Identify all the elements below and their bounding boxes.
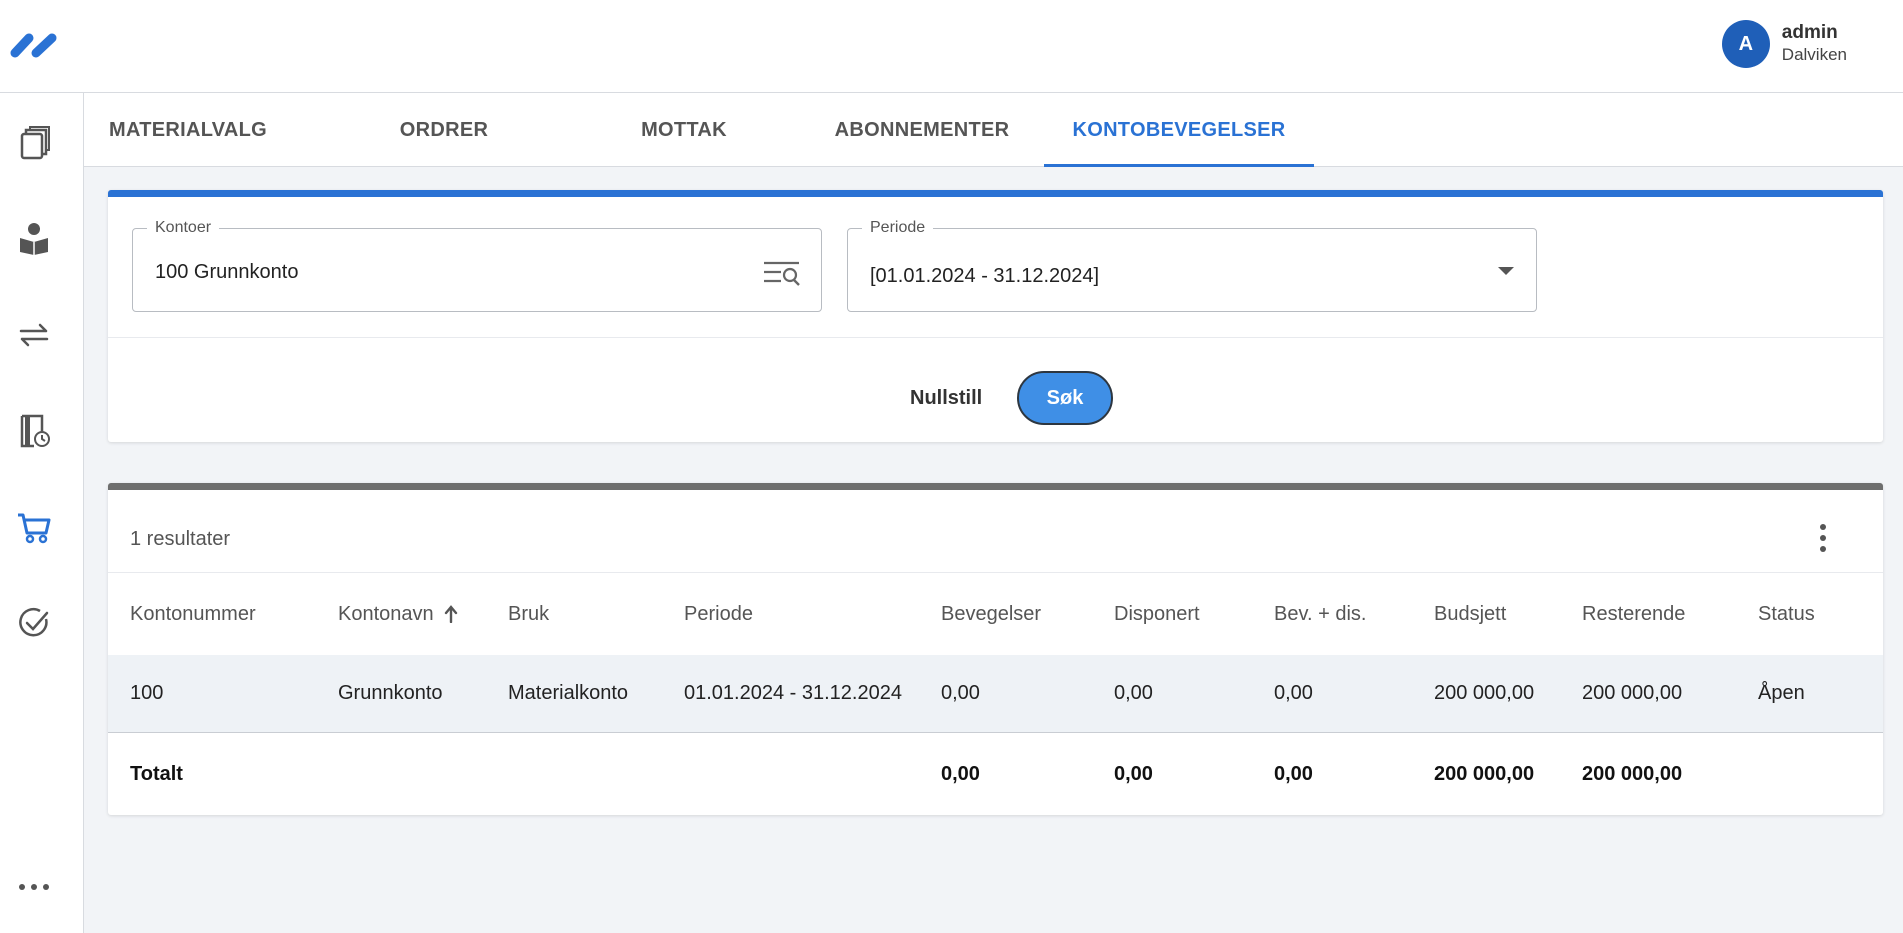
cell-bevegelser: 0,00 <box>941 682 980 704</box>
cell-bev-dis: 0,00 <box>1274 682 1313 704</box>
table-row[interactable]: 100 Grunnkonto Materialkonto 01.01.2024 … <box>108 655 1883 733</box>
app-logo-icon[interactable] <box>8 30 62 60</box>
column-header-status[interactable]: Status <box>1758 573 1815 655</box>
accounts-field-value[interactable]: 100 Grunnkonto <box>155 261 298 284</box>
more-options-icon[interactable] <box>1817 522 1829 554</box>
sidebar-item-tasks[interactable] <box>14 603 54 643</box>
total-budsjett: 200 000,00 <box>1434 763 1535 785</box>
sidebar-item-books[interactable] <box>14 123 54 163</box>
divider <box>108 337 1883 338</box>
cell-resterende: 200 000,00 <box>1582 682 1683 704</box>
sidebar-more[interactable] <box>14 867 54 907</box>
column-header-kontonavn[interactable]: Kontonavn <box>338 573 458 655</box>
cell-kontonavn: Grunnkonto <box>338 682 443 704</box>
accounts-field-label: Kontoer <box>147 219 220 237</box>
column-header-resterende[interactable]: Resterende <box>1582 573 1685 655</box>
table-total-row: Totalt 0,00 0,00 0,00 200 000,00 200 000… <box>108 734 1883 815</box>
total-label: Totalt <box>130 763 183 785</box>
user-name: admin <box>1781 22 1838 43</box>
column-header-disponert[interactable]: Disponert <box>1114 573 1200 655</box>
search-button[interactable]: Søk <box>1017 371 1113 425</box>
chevron-down-icon[interactable] <box>1498 267 1514 275</box>
sidebar-item-transfers[interactable] <box>14 315 54 355</box>
check-circle-icon <box>19 607 49 637</box>
top-header: A admin Dalviken <box>0 0 1903 93</box>
books-icon <box>20 126 50 160</box>
period-select[interactable]: Periode [01.01.2024 - 31.12.2024] <box>847 219 1537 312</box>
sort-ascending-icon[interactable] <box>444 605 458 623</box>
reset-button[interactable]: Nullstill <box>898 380 994 416</box>
user-menu[interactable]: A admin Dalviken <box>1721 20 1847 68</box>
cell-kontonummer: 100 <box>130 682 164 704</box>
total-resterende: 200 000,00 <box>1582 763 1683 785</box>
cell-status: Åpen <box>1758 682 1805 704</box>
overdue-book-icon <box>20 414 50 448</box>
tab-abonnementer[interactable]: ABONNEMENTER <box>832 93 1012 167</box>
tab-mottak[interactable]: MOTTAK <box>624 93 744 167</box>
period-select-label: Periode <box>862 219 934 237</box>
search-panel: Kontoer 100 Grunnkonto Periode [01.01.20… <box>108 190 1883 442</box>
sidebar <box>0 93 84 933</box>
cell-budsjett: 200 000,00 <box>1434 682 1535 704</box>
column-header-bev-dis[interactable]: Bev. + dis. <box>1274 573 1366 655</box>
sidebar-item-readers[interactable] <box>14 218 54 258</box>
cell-disponert: 0,00 <box>1114 682 1153 704</box>
transfer-arrows-icon <box>19 323 49 347</box>
sidebar-item-overdue[interactable] <box>14 411 54 451</box>
tab-bar: MATERIALVALG ORDRER MOTTAK ABONNEMENTER … <box>84 93 1903 167</box>
tab-kontobevegelser[interactable]: KONTOBEVEGELSER <box>1044 93 1314 167</box>
accounts-field[interactable]: Kontoer 100 Grunnkonto <box>132 219 822 312</box>
list-search-icon[interactable] <box>763 259 801 287</box>
total-disponert: 0,00 <box>1114 763 1153 785</box>
tab-ordrer[interactable]: ORDRER <box>384 93 504 167</box>
column-header-budsjett[interactable]: Budsjett <box>1434 573 1506 655</box>
cell-bruk: Materialkonto <box>508 682 629 704</box>
result-count: 1 resultater <box>130 528 231 550</box>
avatar[interactable]: A <box>1721 20 1770 68</box>
user-organization: Dalviken <box>1781 45 1847 64</box>
results-panel: 1 resultater Kontonummer Kontonavn Bruk … <box>108 483 1883 815</box>
cart-icon <box>18 513 51 544</box>
reader-icon <box>20 223 48 255</box>
column-header-kontonavn-label: Kontonavn <box>338 602 434 625</box>
period-select-value[interactable]: [01.01.2024 - 31.12.2024] <box>870 265 1099 288</box>
total-bevegelser: 0,00 <box>941 763 980 785</box>
column-header-bruk[interactable]: Bruk <box>508 573 549 655</box>
sidebar-item-acquisitions[interactable] <box>14 507 54 547</box>
total-bev-dis: 0,00 <box>1274 763 1313 785</box>
column-header-periode[interactable]: Periode <box>684 573 753 655</box>
column-header-kontonummer[interactable]: Kontonummer <box>130 573 256 655</box>
more-dots-icon <box>19 884 49 890</box>
tab-materialvalg[interactable]: MATERIALVALG <box>108 93 268 167</box>
cell-periode: 01.01.2024 - 31.12.2024 <box>684 682 902 704</box>
column-header-bevegelser[interactable]: Bevegelser <box>941 573 1041 655</box>
table-header-row: Kontonummer Kontonavn Bruk Periode Beveg… <box>108 573 1883 655</box>
